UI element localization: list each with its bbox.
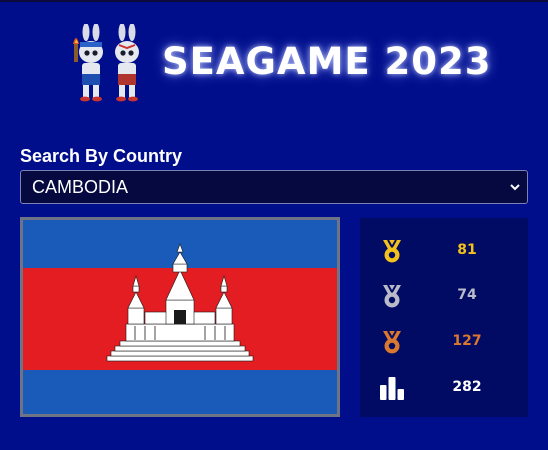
page-title: SEAGAME 2023 [162, 40, 492, 83]
silver-medal-icon [383, 284, 401, 308]
bronze-row: 127 [360, 327, 528, 357]
country-select[interactable]: CAMBODIA [20, 170, 528, 204]
medal-panel: 81 74 127 282 [360, 218, 528, 417]
country-select-value: CAMBODIA [32, 177, 129, 197]
gold-medal-icon [383, 239, 401, 263]
gold-row: 81 [360, 236, 528, 266]
gold-count: 81 [457, 242, 477, 258]
podium-icon [380, 377, 404, 400]
total-row: 282 [360, 373, 528, 403]
bronze-medal-icon [383, 330, 401, 354]
silver-row: 74 [360, 281, 528, 311]
flag-frame [20, 217, 340, 417]
mascot-rabbits-icon [73, 24, 139, 102]
cambodia-flag [23, 220, 337, 414]
header: SEAGAME 2023 [0, 22, 548, 106]
chevron-down-icon [510, 184, 520, 191]
silver-count: 74 [457, 287, 477, 303]
bronze-count: 127 [452, 333, 482, 349]
total-count: 282 [452, 379, 482, 395]
search-label: Search By Country [20, 146, 183, 166]
